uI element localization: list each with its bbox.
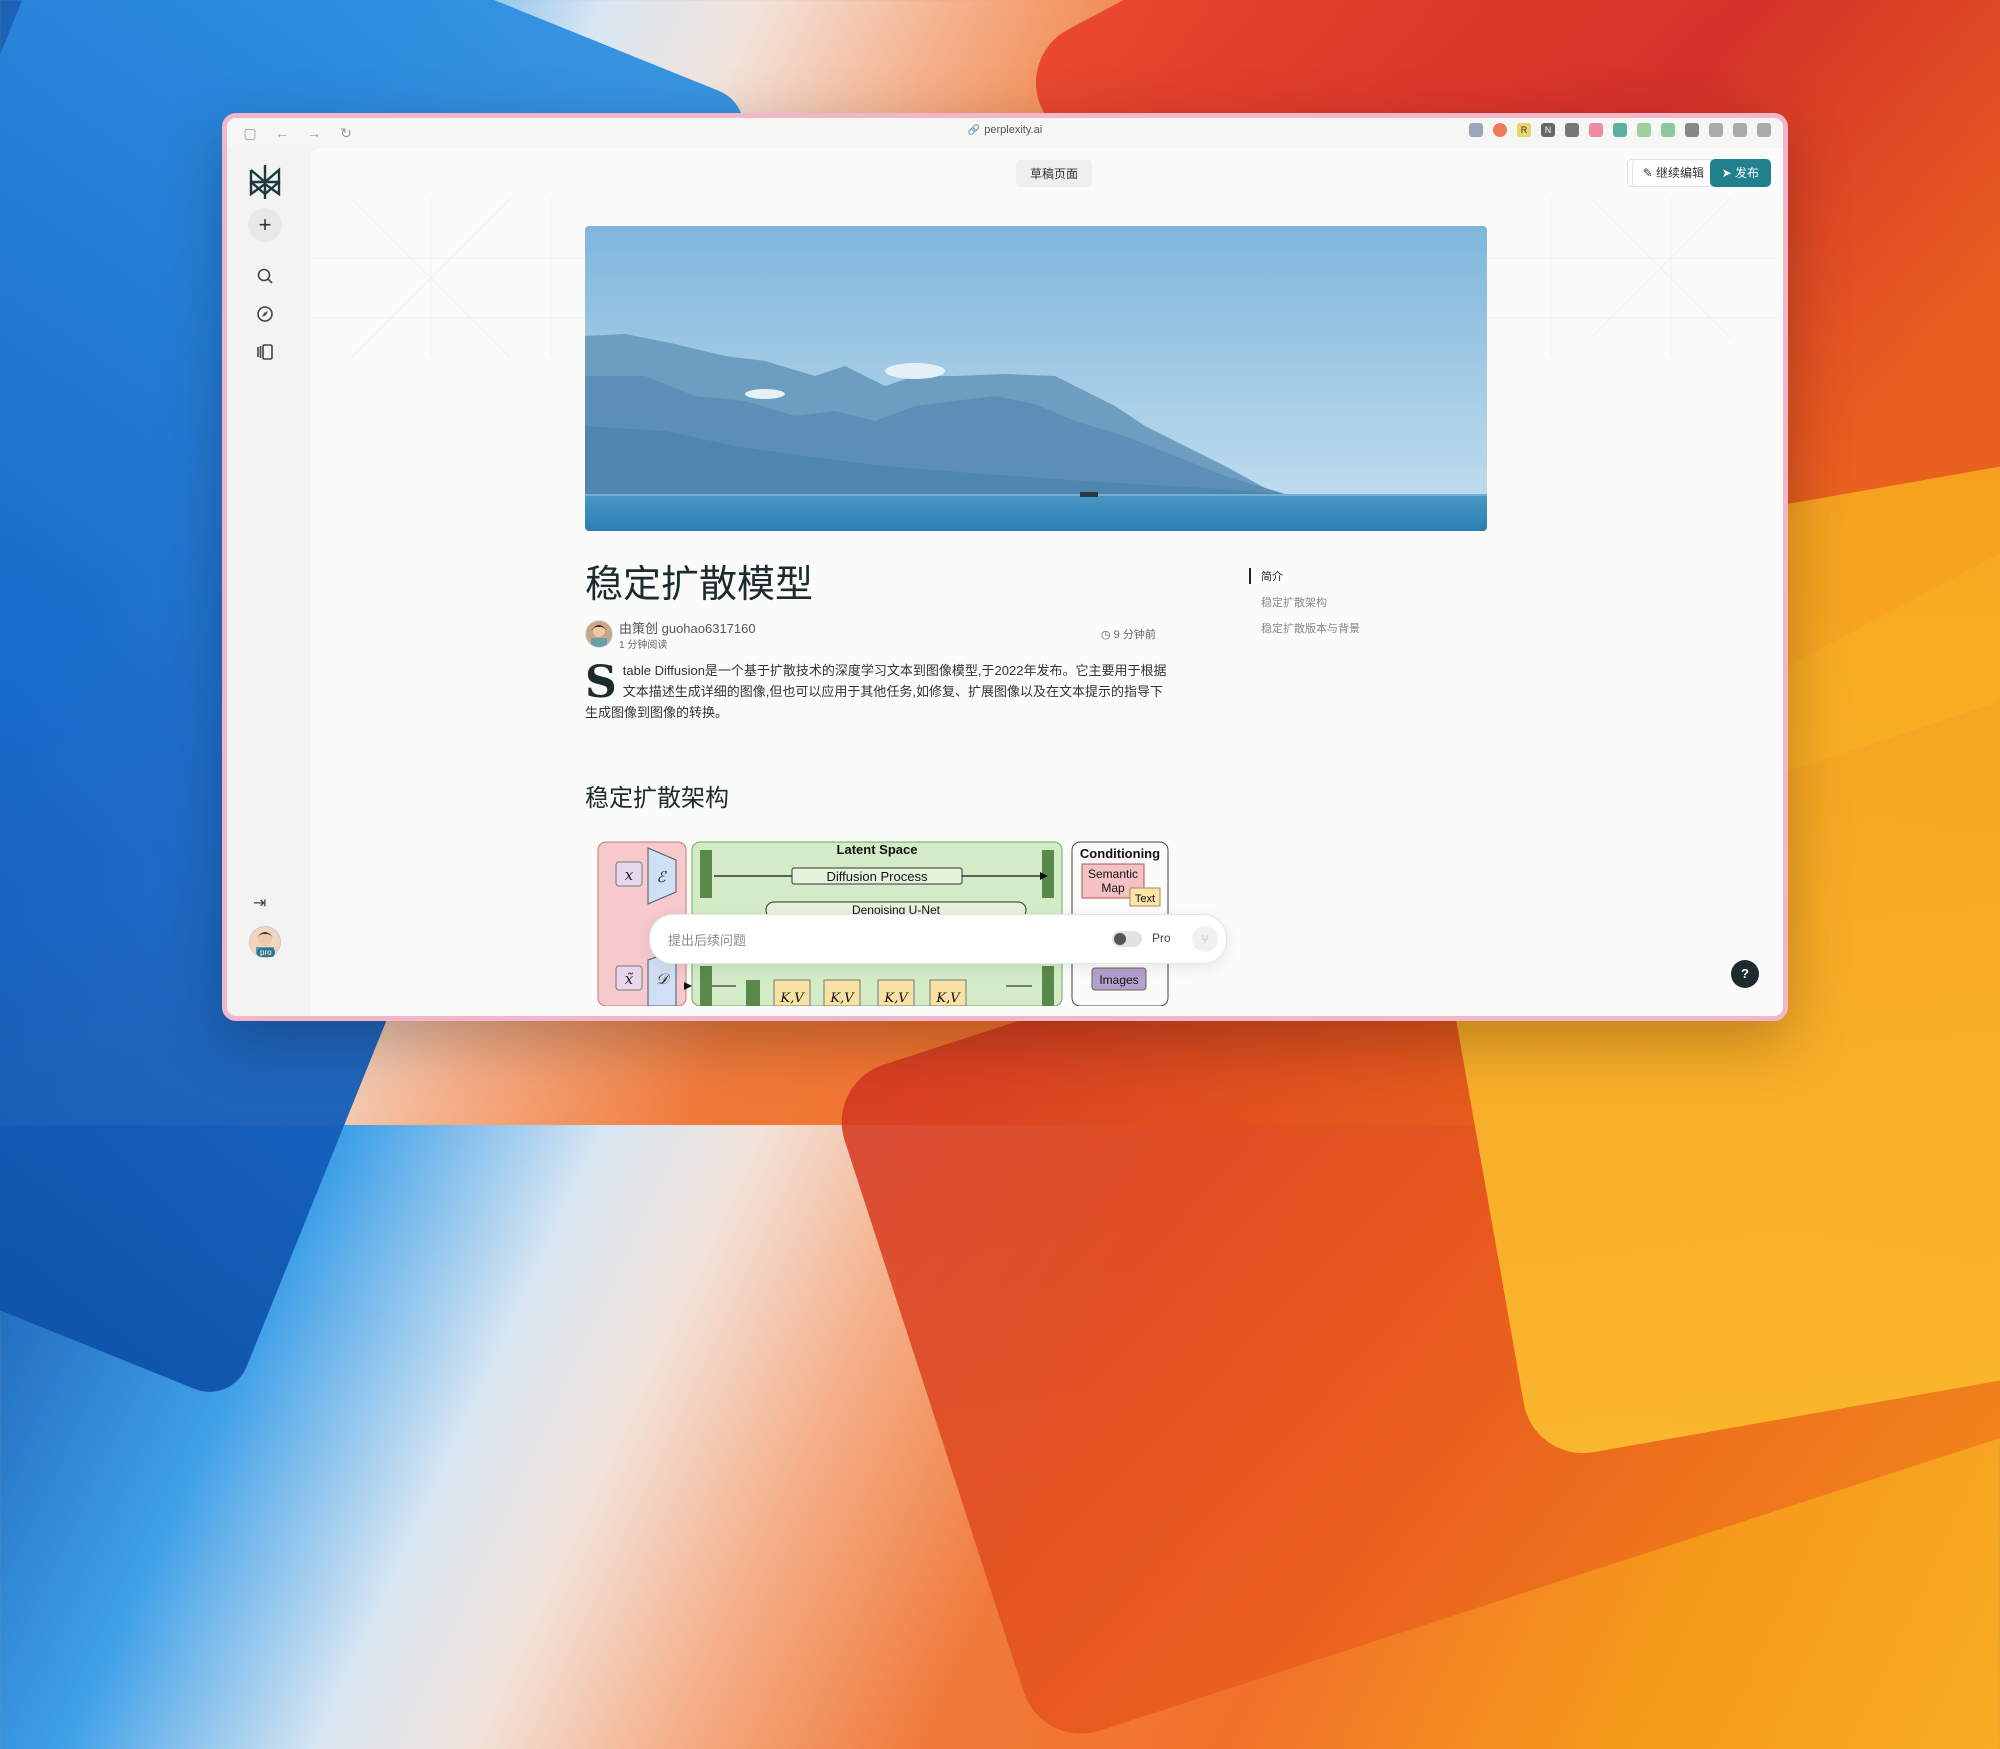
updated-time: ◷ 9 分钟前 [1101, 626, 1156, 642]
pro-badge: pro [257, 948, 275, 957]
perplexity-logo-icon[interactable] [245, 162, 285, 202]
extension-icon[interactable] [1493, 123, 1507, 137]
expand-sidebar-icon[interactable]: ⇥ [253, 893, 266, 913]
kv-label: K,V [829, 991, 855, 1006]
section-heading: 稳定扩散架构 [585, 785, 729, 812]
article-title: 稳定扩散模型 [585, 562, 814, 606]
extension-icon[interactable]: R [1517, 123, 1531, 137]
continue-editing-label: 继续编辑 [1655, 166, 1704, 180]
extension-icon[interactable]: N [1541, 123, 1555, 137]
model-icon: ⑂ [1201, 932, 1209, 946]
images-label: Images [1099, 973, 1138, 987]
compass-icon[interactable] [253, 302, 277, 326]
extension-icon[interactable] [1565, 123, 1579, 137]
extension-icon[interactable] [1661, 123, 1675, 137]
toc-item-architecture[interactable]: 稳定扩散架构 [1249, 594, 1360, 610]
new-thread-button[interactable]: + [248, 208, 282, 242]
intro-text: table Diffusion是一个基于扩散技术的深度学习文本到图像模型,于20… [585, 663, 1167, 720]
draft-page-tab[interactable]: 草稿页面 [1016, 160, 1093, 187]
extension-icon[interactable] [1613, 123, 1627, 137]
extension-icon[interactable] [1469, 123, 1483, 137]
send-icon: ➤ [1721, 166, 1732, 180]
publish-button[interactable]: ➤ 发布 [1709, 159, 1771, 187]
conditioning-label: Conditioning [1080, 846, 1160, 861]
edit-icon: ✎ [1642, 166, 1653, 180]
help-button[interactable]: ? [1731, 960, 1759, 988]
followup-box: 提出后续问题 Pro ⑂ [649, 914, 1227, 964]
url-text: perplexity.ai [984, 124, 1043, 136]
page-main: 草稿页面 ··· ✎ 继续编辑 ➤ 发布 [311, 148, 1783, 1016]
latent-space-label: Latent Space [837, 842, 918, 857]
browser-window: ▢ ← → ↻ 🔗 perplexity.ai R N + ⇥ pro 草稿页面… [222, 113, 1788, 1021]
kv-label: K,V [779, 991, 805, 1006]
kv-label: K,V [935, 991, 961, 1006]
extension-icon[interactable] [1589, 123, 1603, 137]
read-time: 1 分钟阅读 [619, 640, 668, 651]
search-icon[interactable] [253, 264, 277, 288]
clock-icon: ◷ [1101, 629, 1111, 641]
diffusion-process-label: Diffusion Process [827, 869, 928, 884]
toc-item-intro[interactable]: 简介 [1249, 568, 1360, 584]
browser-toolbar: ▢ ← → ↻ 🔗 perplexity.ai R N [227, 118, 1783, 148]
table-of-contents: 简介 稳定扩散架构 稳定扩散版本与背景 [1249, 568, 1360, 646]
toggle-knob [1114, 933, 1126, 945]
app-sidebar: + ⇥ pro [227, 148, 311, 1016]
split-view-icon[interactable] [1757, 123, 1771, 137]
svg-text:x̃: x̃ [625, 970, 634, 988]
followup-input[interactable]: 提出后续问题 [668, 930, 746, 949]
intro-paragraph: Stable Diffusion是一个基于扩散技术的深度学习文本到图像模型,于2… [585, 660, 1167, 723]
chat-icon[interactable] [1709, 123, 1723, 137]
kv-label: K,V [883, 991, 909, 1006]
extension-icon[interactable] [1685, 123, 1699, 137]
toc-item-versions[interactable]: 稳定扩散版本与背景 [1249, 620, 1360, 636]
publish-label: 发布 [1734, 166, 1759, 180]
extension-icon[interactable] [1637, 123, 1651, 137]
drop-cap: S [585, 657, 617, 708]
hero-image [585, 226, 1487, 531]
pro-label: Pro [1152, 931, 1171, 945]
updated-time-label: 9 分钟前 [1113, 629, 1156, 641]
pro-toggle[interactable] [1112, 931, 1142, 947]
submit-button[interactable]: ⑂ [1192, 926, 1218, 952]
author-name[interactable]: 由策创 guohao6317160 [619, 618, 756, 637]
svg-text:x: x [625, 866, 634, 884]
reader-icon[interactable] [1733, 123, 1747, 137]
library-icon[interactable] [253, 340, 277, 364]
page-topbar: 草稿页面 ··· ✎ 继续编辑 ➤ 发布 [311, 148, 1783, 198]
map-label: Map [1101, 881, 1125, 895]
author-avatar[interactable] [585, 620, 613, 648]
semantic-label: Semantic [1088, 867, 1138, 881]
text-label: Text [1135, 893, 1155, 905]
continue-editing-button[interactable]: ✎ 继续编辑 [1631, 159, 1715, 187]
link-icon: 🔗 [967, 125, 981, 136]
